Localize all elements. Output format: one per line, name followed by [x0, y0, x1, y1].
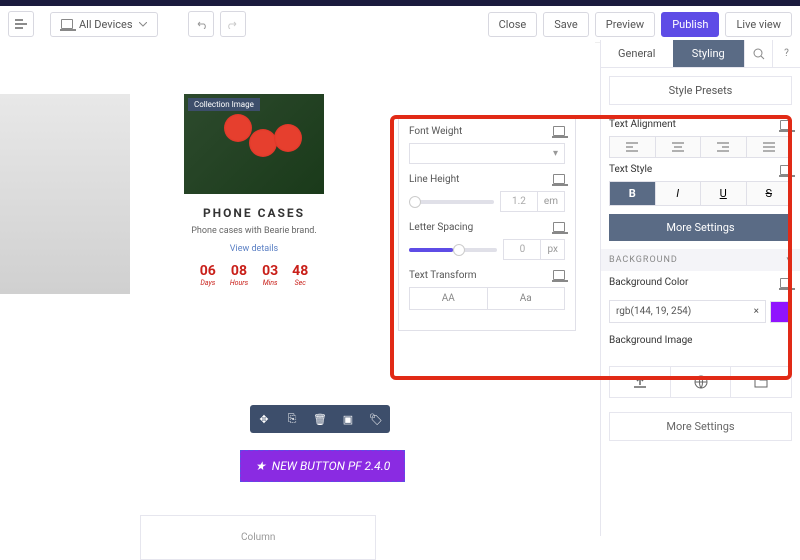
search-icon[interactable]	[744, 40, 772, 67]
desktop-icon[interactable]	[553, 222, 565, 232]
desktop-icon[interactable]	[553, 270, 565, 280]
desktop-icon[interactable]	[780, 120, 792, 130]
tab-general[interactable]: General	[601, 40, 673, 67]
transform-upper-button[interactable]: AA	[409, 287, 488, 310]
left-card-title: KS	[0, 306, 130, 320]
desktop-icon[interactable]	[780, 278, 792, 288]
text-format-button[interactable]	[8, 11, 34, 37]
font-weight-select[interactable]: ▾	[409, 143, 565, 164]
collection-tag: Collection Image	[188, 98, 260, 111]
countdown-timer: 06Days 08Hours 03Mins 48Sec	[164, 263, 344, 287]
new-button-label: NEW BUTTON PF 2.4.0	[272, 459, 391, 473]
bg-image-label: Background Image	[609, 335, 693, 346]
align-left-button[interactable]	[609, 136, 656, 158]
save-block-icon[interactable]: ▣	[334, 405, 362, 433]
collection-image[interactable]: Collection Image	[184, 94, 324, 194]
save-button[interactable]: Save	[543, 12, 589, 37]
new-button-element[interactable]: ★ NEW BUTTON PF 2.4.0	[240, 450, 405, 482]
tab-styling[interactable]: Styling	[673, 40, 745, 67]
underline-button[interactable]: U	[701, 181, 747, 206]
desktop-icon[interactable]	[780, 165, 792, 175]
preview-button[interactable]: Preview	[595, 12, 655, 37]
desktop-icon	[61, 19, 73, 29]
tag-icon[interactable]: 🏷	[362, 405, 390, 433]
device-selector[interactable]: All Devices	[50, 12, 158, 37]
line-height-slider[interactable]	[409, 200, 494, 204]
style-presets-button[interactable]: Style Presets	[609, 76, 792, 105]
browse-image-button[interactable]	[731, 367, 791, 397]
align-center-button[interactable]	[656, 136, 702, 158]
color-swatch[interactable]	[770, 301, 792, 323]
more-settings-button-2[interactable]: More Settings	[609, 412, 792, 441]
delete-icon[interactable]: 🗑	[306, 405, 334, 433]
star-icon: ★	[255, 459, 266, 473]
undo-button[interactable]	[188, 11, 214, 37]
bold-button[interactable]: B	[609, 181, 656, 206]
typography-popover: Font Weight ▾ Line Height em Letter Spac…	[398, 115, 576, 331]
italic-button[interactable]: I	[656, 181, 702, 206]
letter-spacing-label: Letter Spacing	[409, 222, 473, 233]
device-label: All Devices	[79, 18, 133, 31]
letter-spacing-input[interactable]	[503, 239, 541, 260]
align-justify-button[interactable]	[747, 136, 793, 158]
image-picker	[609, 366, 792, 398]
text-style-label: Text Style	[609, 164, 652, 175]
background-section-label: BACKGROUND	[609, 255, 678, 265]
more-settings-button[interactable]: More Settings	[609, 214, 792, 241]
left-product-card: KS Bearie brand.	[0, 94, 130, 336]
strike-button[interactable]: S	[747, 181, 793, 206]
element-toolbar: ✥ ⎘ 🗑 ▣ 🏷	[250, 405, 390, 433]
desktop-icon[interactable]	[553, 126, 565, 136]
bg-color-input[interactable]: rgb(144, 19, 254)×	[609, 300, 766, 323]
copy-icon[interactable]: ⎘	[278, 405, 306, 433]
bg-color-label: Background Color	[609, 277, 688, 288]
letter-spacing-unit[interactable]: px	[541, 239, 565, 260]
font-weight-label: Font Weight	[409, 126, 462, 137]
text-alignment-label: Text Alignment	[609, 119, 676, 130]
close-button[interactable]: Close	[488, 12, 538, 37]
text-transform-label: Text Transform	[409, 270, 477, 281]
view-details-link[interactable]: View details	[230, 244, 278, 254]
clear-icon[interactable]: ×	[754, 306, 759, 317]
transform-cap-button[interactable]: Aa	[488, 287, 566, 310]
publish-button[interactable]: Publish	[661, 12, 719, 37]
align-right-button[interactable]	[701, 136, 747, 158]
line-height-unit[interactable]: em	[538, 191, 565, 212]
styling-sidebar: General Styling ? Style Presets Text Ali…	[600, 40, 800, 536]
move-icon[interactable]: ✥	[250, 405, 278, 433]
upload-image-button[interactable]	[610, 367, 671, 397]
chevron-down-icon	[139, 22, 147, 27]
url-image-button[interactable]	[671, 367, 732, 397]
desktop-icon[interactable]	[553, 174, 565, 184]
help-icon[interactable]: ?	[772, 40, 800, 67]
line-height-input[interactable]	[500, 191, 538, 212]
left-card-desc: Bearie brand.	[0, 326, 130, 336]
redo-button[interactable]	[220, 11, 246, 37]
column-placeholder[interactable]: Column	[140, 515, 376, 560]
live-view-button[interactable]: Live view	[725, 12, 792, 37]
phone-cases-card[interactable]: Collection Image PHONE CASES Phone cases…	[164, 94, 344, 287]
card-desc: Phone cases with Bearie brand.	[164, 226, 344, 236]
letter-spacing-slider[interactable]	[409, 248, 497, 252]
collapse-icon[interactable]: ▾	[786, 255, 792, 265]
card-title: PHONE CASES	[164, 206, 344, 220]
line-height-label: Line Height	[409, 174, 459, 185]
